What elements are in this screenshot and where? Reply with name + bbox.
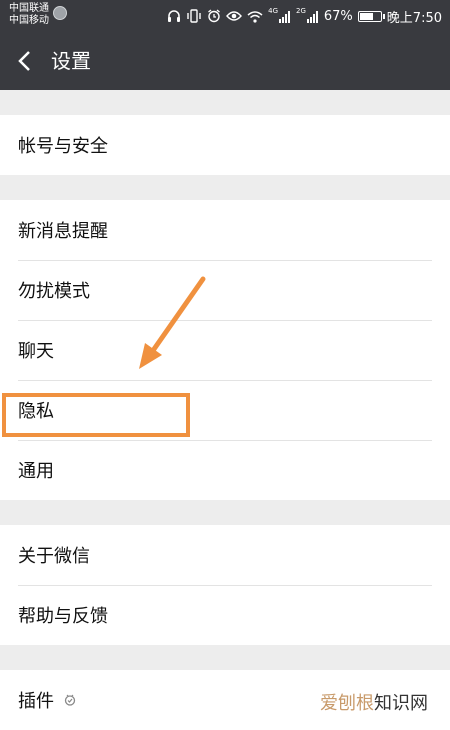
menu-item-help-feedback[interactable]: 帮助与反馈 [0,585,450,645]
title-bar: 设置 [0,32,450,90]
menu-item-account-security[interactable]: 帐号与安全 [0,115,450,175]
chevron-left-icon [18,51,30,71]
menu-item-label: 新消息提醒 [18,221,108,242]
menu-item-label: 帐号与安全 [18,136,108,157]
menu-item-chat[interactable]: 聊天 [0,320,450,380]
battery-icon [357,10,385,22]
battery-level-fill [359,12,373,20]
menu-item-label: 插件 [18,691,54,712]
back-button[interactable] [14,46,38,76]
headset-icon [167,9,181,23]
menu-item-new-message-notification[interactable]: 新消息提醒 [0,200,450,260]
watermark-part2: 知识网 [374,693,428,714]
settings-group-about: 关于微信 帮助与反馈 [0,525,450,645]
page-title: 设置 [51,49,91,73]
carrier-info: 中国联通 中国移动 [9,3,49,27]
status-icons: 4G 2G 67% 晚上7:50 [167,0,442,32]
menu-item-do-not-disturb[interactable]: 勿扰模式 [0,260,450,320]
menu-item-label: 通用 [18,461,54,482]
carrier-1: 中国联通 [9,3,49,14]
menu-item-label: 聊天 [18,341,54,362]
network-type-1: 4G [268,7,278,15]
network-type-2: 2G [296,7,306,15]
signal-icon: 2G [296,7,319,23]
carrier-2: 中国移动 [9,15,49,26]
vibrate-icon [186,9,202,23]
eye-icon [226,10,243,22]
battery-tip [382,13,385,19]
menu-item-label: 帮助与反馈 [18,606,108,627]
menu-item-general[interactable]: 通用 [0,440,450,500]
carrier-badge-icon [53,6,67,20]
menu-item-label: 隐私 [18,401,54,422]
settings-group-general: 新消息提醒 勿扰模式 聊天 隐私 通用 [0,200,450,500]
wifi-icon [247,10,263,23]
settings-group-account: 帐号与安全 [0,115,450,175]
plugin-icon [62,692,78,708]
battery-percent: 67% [323,8,353,24]
alarm-icon [207,9,221,23]
status-bar: 中国联通 中国移动 4G 2G 67% 晚上7:50 [0,0,450,32]
menu-item-about-wechat[interactable]: 关于微信 [0,525,450,585]
menu-item-privacy[interactable]: 隐私 [0,380,450,440]
watermark-part1: 爱刨根 [320,693,374,714]
menu-item-label: 关于微信 [18,546,90,567]
clock: 晚上7:50 [386,10,442,26]
signal-icon: 4G [268,7,291,23]
watermark: 爱刨根知识网 [320,689,428,715]
menu-item-label: 勿扰模式 [18,281,90,302]
